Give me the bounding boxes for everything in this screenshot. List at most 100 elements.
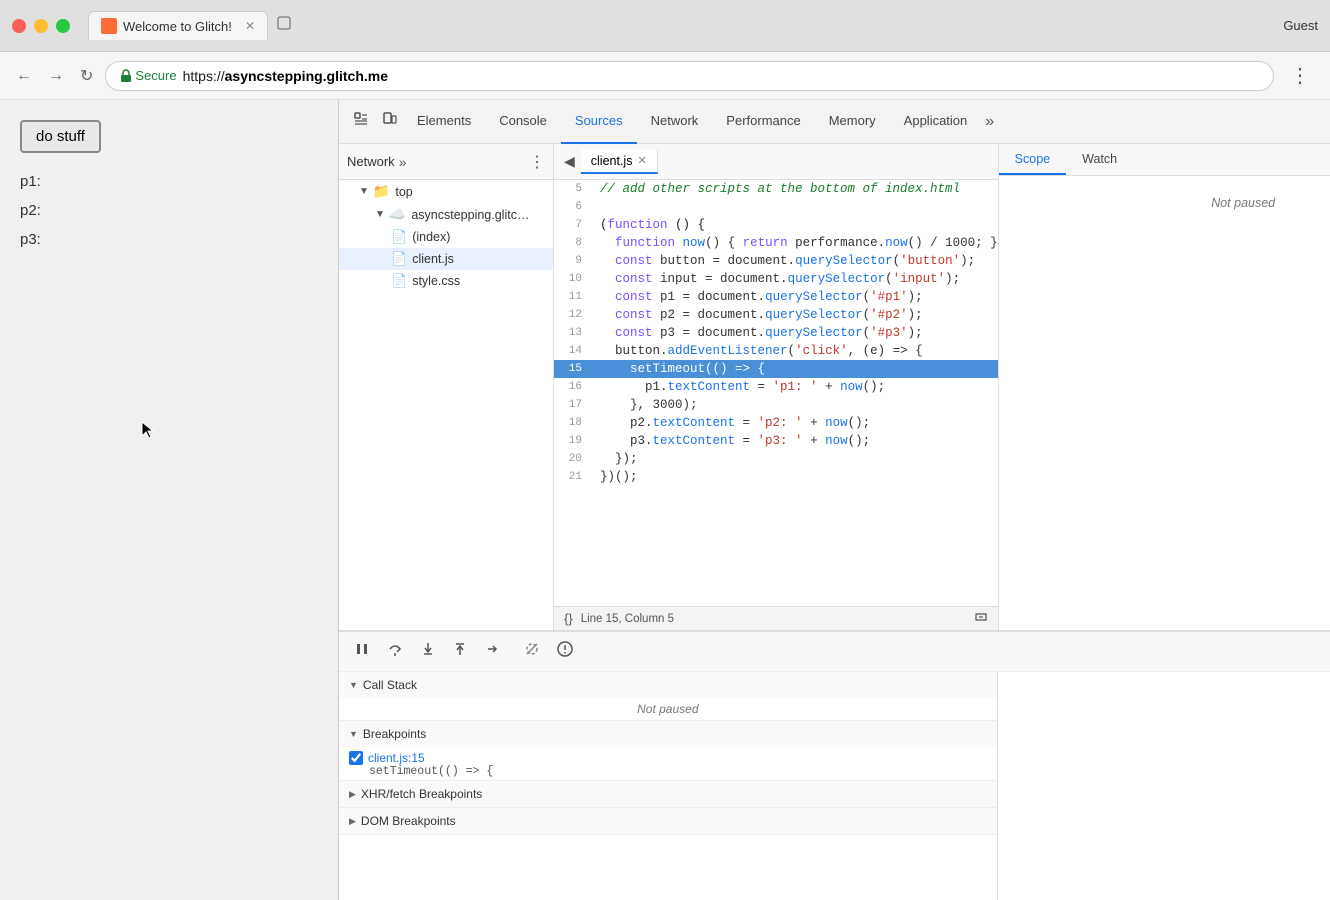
tab-favicon <box>101 18 117 34</box>
browser-tab[interactable]: Welcome to Glitch! ✕ <box>88 11 268 40</box>
address-bar: ← → ↻ Secure https://asyncstepping.glitc… <box>0 52 1330 100</box>
tree-item-clientjs[interactable]: 📄 client.js <box>339 248 553 270</box>
breakpoints-section: ▼ Breakpoints client.js:15 setTimeout(()… <box>339 721 997 781</box>
devtools-tabs: Elements Console Sources Network Perform… <box>403 100 1330 144</box>
sources-menu-button[interactable]: ⋮ <box>529 152 545 172</box>
tab-elements[interactable]: Elements <box>403 100 485 144</box>
step-out-button[interactable] <box>447 638 473 665</box>
code-line-11: 11 const p1 = document.querySelector('#p… <box>554 288 998 306</box>
more-tabs-button[interactable]: » <box>981 100 998 144</box>
code-editor-area: ◀ client.js ✕ 5 // add other s <box>554 144 998 630</box>
url-text: https://asyncstepping.glitch.me <box>183 68 388 84</box>
code-line-17: 17 }, 3000); <box>554 396 998 414</box>
tab-sources[interactable]: Sources <box>561 100 637 144</box>
editor-tab-close[interactable]: ✕ <box>637 154 646 167</box>
p2-label: p2: <box>20 202 318 219</box>
devtools-toolbar: Elements Console Sources Network Perform… <box>339 100 1330 144</box>
tab-network[interactable]: Network <box>637 100 713 144</box>
inspect-element-button[interactable] <box>347 107 375 136</box>
new-tab-button[interactable] <box>268 11 300 40</box>
tree-item-top[interactable]: ▼ 📁 top <box>339 180 553 203</box>
maximize-button[interactable] <box>56 19 70 33</box>
code-line-16: 16 p1.textContent = 'p1: ' + now(); <box>554 378 998 396</box>
main-content: do stuff p1: p2: p3: Elements Console So… <box>0 100 1330 900</box>
format-button[interactable]: {} <box>564 611 573 626</box>
sources-toolbar: Network » ⋮ <box>339 144 553 180</box>
deactivate-breakpoints-button[interactable] <box>519 638 545 665</box>
sources-more-button[interactable]: » <box>399 154 407 170</box>
scope-tab[interactable]: Scope <box>999 144 1066 175</box>
network-label: Network <box>347 154 395 169</box>
tab-performance[interactable]: Performance <box>712 100 814 144</box>
close-button[interactable] <box>12 19 26 33</box>
call-stack-section: ▼ Call Stack Not paused <box>339 672 997 721</box>
breakpoints-header[interactable]: ▼ Breakpoints <box>339 721 997 747</box>
step-button[interactable] <box>479 638 505 665</box>
debugger-left: ▼ Call Stack Not paused ▼ Breakpoint <box>339 672 998 900</box>
code-line-8: 8 function now() { return performance.no… <box>554 234 998 252</box>
step-over-button[interactable] <box>381 637 409 666</box>
editor-statusbar: {} Line 15, Column 5 <box>554 606 998 630</box>
code-line-20: 20 }); <box>554 450 998 468</box>
tab-application[interactable]: Application <box>890 100 982 144</box>
breakpoint-code: setTimeout(() => { <box>349 765 987 778</box>
xhr-breakpoints-header[interactable]: ▶ XHR/fetch Breakpoints <box>339 781 997 807</box>
forward-button[interactable]: → <box>44 63 68 89</box>
dom-label: DOM Breakpoints <box>361 814 456 828</box>
call-stack-header[interactable]: ▼ Call Stack <box>339 672 997 698</box>
reload-button[interactable]: ↻ <box>76 62 97 90</box>
file-tree: ▼ 📁 top ▼ ☁️ asyncstepping.glitc… 📄 <box>339 180 553 630</box>
call-stack-arrow: ▼ <box>349 680 358 690</box>
statusbar-action-button[interactable] <box>974 610 988 627</box>
pause-resume-button[interactable] <box>349 638 375 665</box>
tree-label-stylecss: style.css <box>412 274 460 288</box>
code-line-21: 21 })(); <box>554 468 998 486</box>
p3-label: p3: <box>20 231 318 248</box>
code-area[interactable]: 5 // add other scripts at the bottom of … <box>554 180 998 606</box>
step-into-button[interactable] <box>415 638 441 665</box>
browser-content: do stuff p1: p2: p3: <box>0 100 338 900</box>
cursor-icon <box>140 420 156 440</box>
p1-label: p1: <box>20 173 318 190</box>
code-line-14: 14 button.addEventListener('click', (e) … <box>554 342 998 360</box>
scope-watch-tabs: Scope Watch <box>999 144 1330 176</box>
editor-back-button[interactable]: ◀ <box>558 149 581 174</box>
tab-close-button[interactable]: ✕ <box>245 19 255 33</box>
tree-item-index[interactable]: 📄 (index) <box>339 226 553 248</box>
code-line-15: 15 setTimeout(() => { <box>554 360 998 378</box>
dom-breakpoints-section: ▶ DOM Breakpoints <box>339 808 997 835</box>
code-line-7: 7 (function () { <box>554 216 998 234</box>
chrome-menu-button[interactable]: ⋮ <box>1282 59 1318 92</box>
tree-item-stylecss[interactable]: 📄 style.css <box>339 270 553 292</box>
breakpoint-item: client.js:15 setTimeout(() => { <box>339 747 997 780</box>
call-stack-label: Call Stack <box>363 678 417 692</box>
pause-on-exceptions-button[interactable] <box>551 637 579 666</box>
tree-item-asyncstepping[interactable]: ▼ ☁️ asyncstepping.glitc… <box>339 203 553 226</box>
editor-tabs: ◀ client.js ✕ <box>554 144 998 180</box>
back-button[interactable]: ← <box>12 63 36 89</box>
tab-memory[interactable]: Memory <box>815 100 890 144</box>
dom-arrow: ▶ <box>349 816 356 827</box>
tree-arrow-top: ▼ <box>359 186 369 197</box>
secure-badge: Secure <box>120 68 176 83</box>
code-line-10: 10 const input = document.querySelector(… <box>554 270 998 288</box>
editor-tab-clientjs[interactable]: client.js ✕ <box>581 150 658 174</box>
tree-label-async: asyncstepping.glitc… <box>411 208 529 222</box>
minimize-button[interactable] <box>34 19 48 33</box>
breakpoint-checkbox[interactable] <box>349 751 363 765</box>
cloud-folder-icon: ☁️ <box>389 206 406 223</box>
code-line-19: 19 p3.textContent = 'p3: ' + now(); <box>554 432 998 450</box>
guest-label: Guest <box>1283 18 1318 33</box>
devtools-panel: Elements Console Sources Network Perform… <box>338 100 1330 900</box>
watch-tab[interactable]: Watch <box>1066 144 1133 175</box>
right-panel: Scope Watch Not paused <box>998 144 1330 630</box>
tab-title: Welcome to Glitch! <box>123 19 232 34</box>
tab-console[interactable]: Console <box>485 100 561 144</box>
device-toolbar-button[interactable] <box>375 107 403 136</box>
url-bar[interactable]: Secure https://asyncstepping.glitch.me <box>105 61 1274 91</box>
dom-breakpoints-header[interactable]: ▶ DOM Breakpoints <box>339 808 997 834</box>
sources-editor-top: Network » ⋮ ▼ 📁 top ▼ <box>339 144 1330 630</box>
breakpoints-label: Breakpoints <box>363 727 426 741</box>
do-stuff-button[interactable]: do stuff <box>20 120 101 153</box>
tree-label-top: top <box>395 185 412 199</box>
